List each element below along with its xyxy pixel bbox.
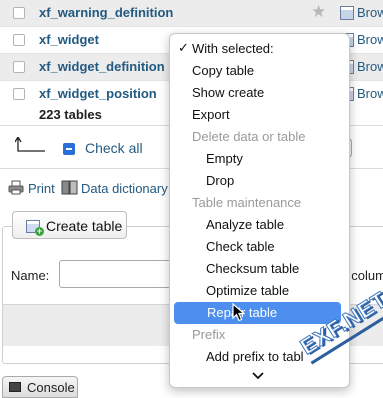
menu-header[interactable]: With selected: [192,38,274,60]
row-checkbox[interactable] [13,7,25,19]
check-all-label[interactable]: Check all [85,140,143,156]
console-label: Console [27,380,75,395]
name-label: Name: [11,268,50,283]
menu-item-show-create[interactable]: Show create [192,82,264,104]
minus-icon [66,148,72,150]
check-all-checkbox[interactable] [63,143,75,155]
row-checkbox[interactable] [13,34,25,46]
row-checkbox[interactable] [13,88,25,100]
table-name-link[interactable]: xf_widget_position [39,86,157,101]
browse-icon [340,6,354,20]
star-icon[interactable]: ★ [311,3,326,20]
menu-item-checksum-table[interactable]: Checksum table [206,258,299,280]
menu-item-optimize-table[interactable]: Optimize table [206,280,289,302]
print-link[interactable]: Print [28,181,55,196]
menu-group-delete: Delete data or table [192,129,306,144]
browse-label: Brow [357,5,383,20]
menu-item-empty[interactable]: Empty [206,148,243,170]
menu-item-copy-table[interactable]: Copy table [192,60,254,82]
checkmark-icon: ✓ [178,40,189,55]
data-dictionary-icon [61,180,78,195]
menu-item-analyze-table[interactable]: Analyze table [206,214,284,236]
menu-item-check-table[interactable]: Check table [206,236,275,258]
browse-link[interactable]: Brow [340,5,383,20]
print-icon [8,180,24,195]
table-count: 223 tables [39,107,102,122]
browse-label: Brow [357,86,383,101]
cursor-arrow-icon [232,303,245,322]
table-name-link[interactable]: xf_widget [39,32,99,47]
menu-group-prefix: Prefix [192,327,226,342]
create-table-button[interactable]: + Create table [12,211,127,239]
menu-item-drop[interactable]: Drop [206,170,234,192]
browse-label: Brow [357,32,383,47]
table-name-link[interactable]: xf_warning_definition [39,5,173,20]
console-tab[interactable]: Console [2,376,78,398]
table-name-link[interactable]: xf_widget_definition [39,59,165,74]
table-name-input[interactable] [59,260,179,288]
data-dictionary-link[interactable]: Data dictionary [81,181,168,196]
plus-badge-icon: + [35,226,44,236]
browse-label: Brow [357,59,383,74]
menu-group-maintenance: Table maintenance [192,195,302,210]
menu-item-export[interactable]: Export [192,104,230,126]
table-row[interactable]: xf_warning_definition ★ Brow [0,0,383,27]
chevron-down-icon[interactable] [252,372,264,380]
row-checkbox[interactable] [13,61,25,73]
arrow-up-icon [15,137,45,152]
create-table-label: Create table [46,218,123,234]
